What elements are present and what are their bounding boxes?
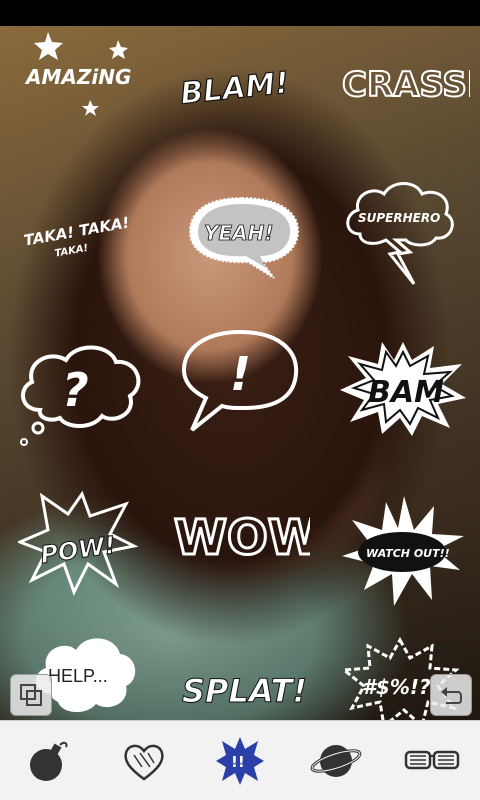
pow-text: POW! (39, 531, 118, 569)
toolbar-item-planet[interactable] (306, 731, 366, 791)
wow-text: WOW (174, 510, 310, 566)
toolbar-item-comic[interactable]: !! (210, 731, 270, 791)
comic-burst-label: !! (231, 753, 245, 771)
splat-text: SPLAT! (182, 672, 307, 710)
heart-icon (124, 744, 164, 781)
sticker-pow[interactable]: POW! (18, 488, 138, 598)
toolbar-item-bomb[interactable] (18, 731, 78, 791)
amazing-text: AMAZiNG (24, 65, 131, 89)
crop-icon (20, 684, 42, 706)
undo-button[interactable] (430, 674, 472, 716)
sticker-yeah[interactable]: YEAH! (182, 192, 307, 282)
sticker-category-toolbar: !! (0, 720, 480, 800)
sticker-watch-out[interactable]: WATCH OUT!! (338, 490, 468, 610)
sticker-crash[interactable]: CRASSH (340, 44, 470, 114)
bomb-icon (30, 741, 68, 781)
blam-text: BLAM! (179, 66, 291, 112)
question-text: ? (62, 363, 89, 417)
glasses-icon (404, 750, 460, 769)
star-icon (82, 100, 99, 116)
symbols-text: #$%!? (362, 675, 431, 699)
help-text: HELP... (48, 666, 108, 686)
sticker-bam[interactable]: BAM (338, 338, 468, 438)
sticker-question[interactable]: ? (10, 330, 150, 460)
star-icon (34, 32, 63, 60)
sticker-blam[interactable]: BLAM! (176, 56, 306, 116)
crop-button[interactable] (10, 674, 52, 716)
superhero-text: SUPERHERO (358, 211, 440, 225)
star-icon (109, 40, 128, 59)
sticker-amazing[interactable]: AMAZiNG (18, 28, 148, 128)
sticker-wow[interactable]: WOW (170, 500, 311, 570)
comic-burst-icon: !! (216, 736, 264, 785)
undo-icon (441, 687, 462, 704)
toolbar-item-glasses[interactable] (402, 731, 462, 791)
sticker-taka[interactable]: TAKA! TAKA! TAKA! (20, 206, 150, 266)
yeah-text: YEAH! (204, 221, 273, 245)
exclaim-text: ! (230, 347, 251, 401)
taka-small-text: TAKA! (54, 243, 89, 260)
bam-text: BAM (368, 375, 444, 410)
sticker-superhero[interactable]: SUPERHERO (340, 174, 460, 294)
planet-icon (310, 744, 362, 777)
sticker-splat[interactable]: SPLAT! (178, 658, 308, 718)
toolbar-item-heart[interactable] (114, 731, 174, 791)
crash-text: CRASSH (342, 65, 470, 105)
sticker-exclaim[interactable]: ! (178, 326, 303, 436)
status-bar (0, 0, 480, 26)
photo-canvas[interactable]: AMAZiNG BLAM! CRASSH TAKA! TAKA! TAKA! Y… (0, 26, 480, 720)
watch-out-text: WATCH OUT!! (366, 547, 450, 560)
